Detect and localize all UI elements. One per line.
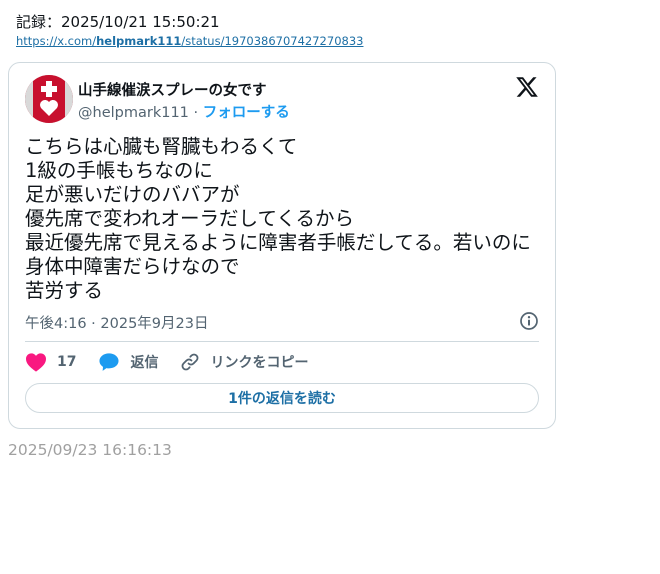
record-timestamp: 記録：2025/10/21 15:50:21: [16, 13, 220, 31]
copy-link-button[interactable]: リンクをコピー: [180, 352, 308, 372]
reply-bubble-icon: [99, 353, 120, 371]
read-replies-button[interactable]: 1件の返信を読む: [25, 383, 539, 413]
info-icon[interactable]: [519, 311, 539, 331]
link-icon: [182, 353, 199, 371]
like-count: 17: [57, 354, 77, 370]
handle-line: @helpmark111 · フォローする: [78, 101, 290, 122]
post-datetime: 2025/09/23 16:16:13: [8, 441, 172, 459]
handle[interactable]: @helpmark111: [78, 105, 189, 121]
tweet-card: 山手線催涙スプレーの女です @helpmark111 · フォローする こちらは…: [8, 62, 556, 429]
source-link-suffix: /status/1970386707427270833: [181, 34, 364, 48]
tweet-text: こちらは心臓も腎臓もわるくて 1級の手帳もちなのに 足が悪いだけのババアが 優先…: [25, 135, 531, 302]
avatar[interactable]: [25, 75, 73, 123]
like-button[interactable]: 17: [25, 352, 76, 372]
avatar-helpmark-icon: [25, 75, 73, 123]
source-link-prefix: https://x.com/: [16, 34, 97, 48]
heart-icon: [26, 353, 46, 372]
follow-button[interactable]: フォローする: [203, 105, 290, 121]
action-bar: 17 返信 リンクをコピー: [25, 350, 330, 374]
source-link[interactable]: https://x.com/helpmark111/status/1970386…: [16, 34, 363, 48]
display-name[interactable]: 山手線催涙スプレーの女です: [78, 79, 267, 100]
source-link-user: helpmark111: [96, 34, 182, 48]
reply-button[interactable]: 返信: [98, 352, 158, 372]
copy-link-label: リンクをコピー: [210, 355, 309, 371]
handle-separator: ·: [188, 105, 203, 121]
x-logo-icon[interactable]: [515, 75, 539, 99]
tweet-timestamp[interactable]: 午後4:16 · 2025年9月23日: [25, 312, 208, 333]
reply-label: 返信: [130, 355, 159, 371]
divider: [25, 341, 539, 342]
